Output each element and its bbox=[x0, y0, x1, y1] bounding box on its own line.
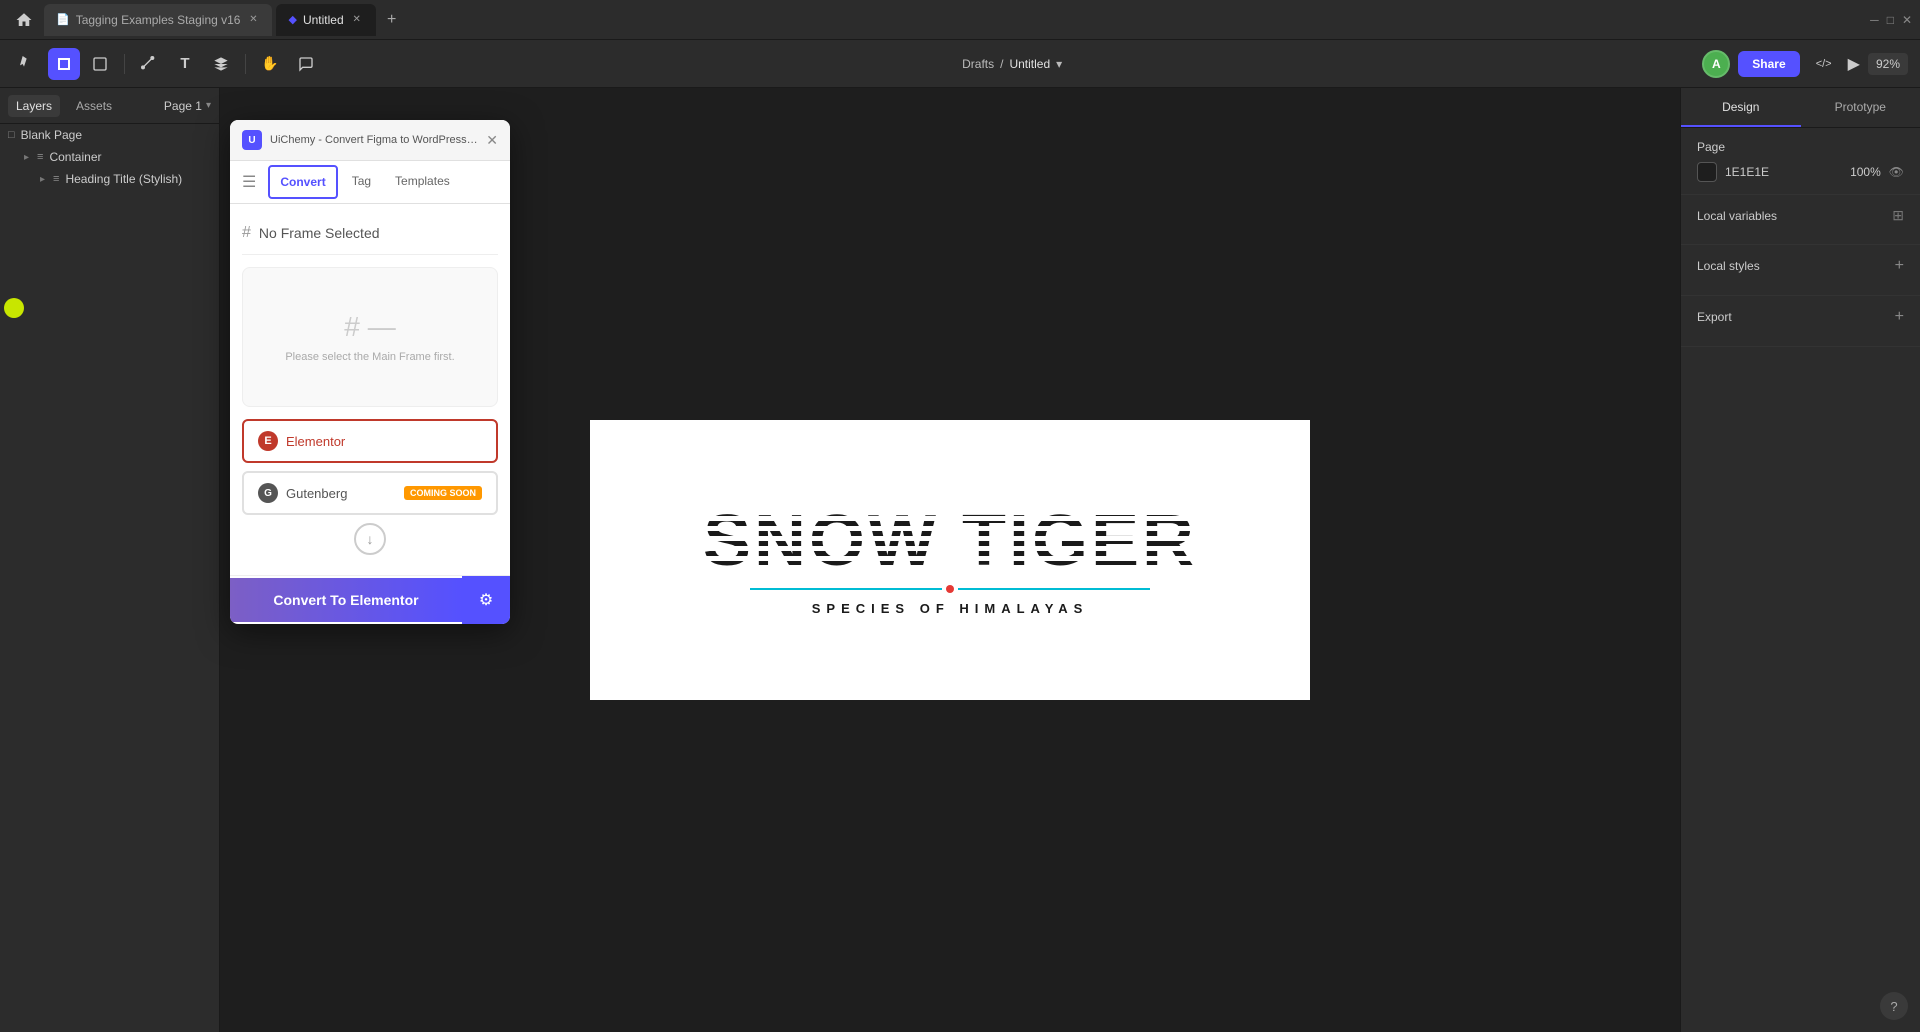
layer-blank-page-icon: □ bbox=[8, 129, 15, 141]
snow-tiger-title: SNOW TIGER bbox=[703, 505, 1197, 577]
plugin-tab-convert[interactable]: Convert bbox=[268, 165, 337, 199]
layer-heading-icon: ≡ bbox=[53, 173, 59, 185]
plugin-tab-templates[interactable]: Templates bbox=[385, 166, 460, 198]
no-frame-section: # No Frame Selected bbox=[242, 216, 498, 255]
local-variables-section: Local variables ⊞ bbox=[1681, 195, 1920, 245]
local-variables-icon[interactable]: ⊞ bbox=[1892, 207, 1904, 224]
page-visibility-toggle[interactable]: 👁 bbox=[1889, 165, 1904, 179]
tiger-dot bbox=[946, 585, 954, 593]
plugin-title: UiChemy - Convert Figma to WordPress ( E… bbox=[270, 134, 478, 146]
add-tab-button[interactable]: + bbox=[380, 8, 404, 32]
help-button[interactable]: ? bbox=[1880, 992, 1908, 1020]
page-opacity: 100% bbox=[1850, 165, 1881, 179]
local-variables-title: Local variables bbox=[1697, 209, 1777, 223]
layer-heading[interactable]: ▸ ≡ Heading Title (Stylish) bbox=[0, 168, 219, 190]
plugin-menu-icon[interactable]: ☰ bbox=[242, 172, 256, 192]
page-color-value: 1E1E1E bbox=[1725, 165, 1769, 179]
vector-tool[interactable] bbox=[133, 48, 165, 80]
convert-settings-button[interactable]: ⚙ bbox=[462, 576, 510, 624]
tiger-line-right bbox=[958, 588, 1150, 590]
tab-untitled[interactable]: ◆ Untitled ✕ bbox=[276, 4, 375, 36]
scroll-down-button[interactable]: ↓ bbox=[354, 523, 386, 555]
plugin-header: U UiChemy - Convert Figma to WordPress (… bbox=[230, 120, 510, 161]
share-button[interactable]: Share bbox=[1738, 51, 1799, 77]
design-tab[interactable]: Design bbox=[1681, 88, 1801, 127]
assets-tab[interactable]: Assets bbox=[68, 95, 120, 117]
layer-container-label: Container bbox=[49, 150, 101, 164]
export-title: Export bbox=[1697, 310, 1732, 324]
plugin-placeholder: # — Please select the Main Frame first. bbox=[242, 267, 498, 407]
frame-tool[interactable] bbox=[48, 48, 80, 80]
toolbar-separator-1 bbox=[124, 54, 125, 74]
cursor-indicator bbox=[4, 298, 24, 318]
hand-tool[interactable]: ✋ bbox=[254, 48, 286, 80]
no-frame-icon: # bbox=[242, 224, 251, 242]
local-styles-section: Local styles + bbox=[1681, 245, 1920, 296]
plugin-panel: U UiChemy - Convert Figma to WordPress (… bbox=[230, 120, 510, 624]
soon-badge: COMING SOON bbox=[404, 486, 482, 500]
export-add[interactable]: + bbox=[1895, 308, 1904, 326]
layers-tab[interactable]: Layers bbox=[8, 95, 60, 117]
page-section: Page 1E1E1E 100% 👁 bbox=[1681, 128, 1920, 195]
left-panel: Layers Assets Page 1 ▾ □ Blank Page ▸ ≡ … bbox=[0, 88, 220, 1032]
toolbar: T ✋ Drafts / Untitled ▾ A Share </> ▶ 92… bbox=[0, 40, 1920, 88]
page-color-swatch[interactable] bbox=[1697, 162, 1717, 182]
close-tab-untitled[interactable]: ✕ bbox=[350, 13, 364, 27]
page-select[interactable]: Page 1 bbox=[164, 99, 202, 113]
left-panel-tabs: Layers Assets Page 1 ▾ bbox=[0, 88, 219, 124]
tiger-divider bbox=[750, 585, 1150, 593]
tiger-subtitle: SPECIES OF HIMALAYAS bbox=[812, 601, 1089, 616]
title-bar: 📄 Tagging Examples Staging v16 ✕ ◆ Untit… bbox=[0, 0, 1920, 40]
comment-tool[interactable] bbox=[290, 48, 322, 80]
tiger-line-left bbox=[750, 588, 942, 590]
plugin-body: # No Frame Selected # — Please select th… bbox=[230, 204, 510, 575]
prototype-tab[interactable]: Prototype bbox=[1801, 88, 1920, 127]
design-frame: SNOW TIGER SPECIES OF HIMALAYAS bbox=[590, 420, 1310, 700]
user-avatar[interactable]: A bbox=[1702, 50, 1730, 78]
export-section: Export + bbox=[1681, 296, 1920, 347]
local-styles-add[interactable]: + bbox=[1895, 257, 1904, 275]
right-panel-tabs: Design Prototype bbox=[1681, 88, 1920, 128]
layer-container-icon: ≡ bbox=[37, 151, 43, 163]
layer-blank-page-label: Blank Page bbox=[21, 128, 82, 142]
plugin-close-button[interactable]: ✕ bbox=[486, 132, 498, 149]
page-section-title: Page bbox=[1697, 140, 1725, 154]
play-button[interactable]: ▶ bbox=[1848, 54, 1860, 74]
zoom-level[interactable]: 92% bbox=[1868, 53, 1908, 75]
text-tool[interactable]: T bbox=[169, 48, 201, 80]
page-color-row: 1E1E1E 100% 👁 bbox=[1697, 162, 1904, 182]
layer-blank-page[interactable]: □ Blank Page bbox=[0, 124, 219, 146]
plugin-tab-tag[interactable]: Tag bbox=[342, 166, 381, 198]
layer-heading-label: Heading Title (Stylish) bbox=[65, 172, 182, 186]
gutenberg-icon: G bbox=[258, 483, 278, 503]
file-breadcrumb: Drafts / Untitled ▾ bbox=[962, 57, 1062, 71]
home-icon[interactable] bbox=[8, 4, 40, 36]
gutenberg-button[interactable]: G Gutenberg COMING SOON bbox=[242, 471, 498, 515]
code-view-button[interactable]: </> bbox=[1808, 48, 1840, 80]
elementor-button[interactable]: E Elementor bbox=[242, 419, 498, 463]
toolbar-separator-2 bbox=[245, 54, 246, 74]
right-panel: Design Prototype Page 1E1E1E 100% 👁 Loca… bbox=[1680, 88, 1920, 1032]
convert-main-button[interactable]: Convert To Elementor bbox=[230, 578, 462, 622]
layer-container[interactable]: ▸ ≡ Container bbox=[0, 146, 219, 168]
design-frame-container: SNOW TIGER SPECIES OF HIMALAYAS bbox=[590, 420, 1310, 700]
move-tool[interactable] bbox=[12, 48, 44, 80]
elementor-icon: E bbox=[258, 431, 278, 451]
scroll-down-area: ↓ bbox=[242, 523, 498, 555]
close-tab-tagging[interactable]: ✕ bbox=[246, 13, 260, 27]
tab-tagging[interactable]: 📄 Tagging Examples Staging v16 ✕ bbox=[44, 4, 272, 36]
scale-tool[interactable] bbox=[84, 48, 116, 80]
local-styles-title: Local styles bbox=[1697, 259, 1760, 273]
plugin-footer: Convert To Elementor ⚙ bbox=[230, 575, 510, 624]
plugin-logo: U bbox=[242, 130, 262, 150]
plugin-tabs: ☰ Convert Tag Templates bbox=[230, 161, 510, 204]
components-tool[interactable] bbox=[205, 48, 237, 80]
placeholder-text: Please select the Main Frame first. bbox=[285, 351, 454, 363]
no-frame-text: No Frame Selected bbox=[259, 225, 380, 241]
